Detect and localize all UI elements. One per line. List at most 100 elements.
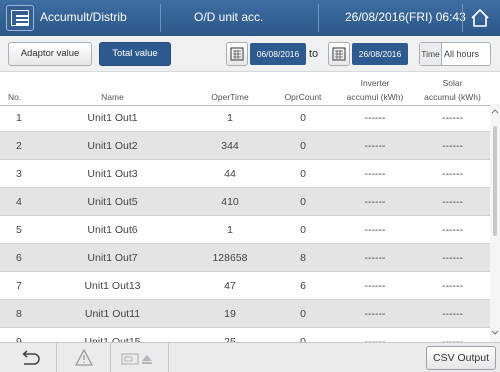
- col-opr-count: OprCount: [284, 92, 322, 102]
- cell-opr-count: 6: [300, 280, 306, 292]
- cell-solar: ------: [442, 168, 463, 180]
- cell-inverter: ------: [364, 336, 386, 342]
- to-date[interactable]: 26/08/2016: [352, 43, 408, 65]
- cell-inverter: ------: [364, 168, 386, 180]
- cell-name: Unit1 Out13: [84, 280, 141, 292]
- cell-no: 2: [16, 140, 22, 152]
- cell-inverter: ------: [364, 280, 386, 292]
- time-selector[interactable]: Time All hours: [419, 42, 491, 66]
- cell-name: Unit1 Out11: [84, 308, 141, 320]
- cell-inverter: ------: [364, 252, 386, 264]
- cell-inverter: ------: [364, 308, 386, 320]
- chevron-down-icon[interactable]: [491, 330, 499, 336]
- cell-no: 1: [16, 112, 22, 124]
- header-bar: Accumult/Distrib O/D unit acc. 26/08/201…: [0, 0, 500, 36]
- cell-solar: ------: [442, 280, 463, 292]
- back-button[interactable]: [6, 345, 54, 371]
- cell-no: 5: [16, 224, 22, 236]
- cell-no: 3: [16, 168, 22, 180]
- cell-solar: ------: [442, 140, 463, 152]
- cell-oper-time: 25: [224, 336, 236, 342]
- scroll-thumb[interactable]: [493, 126, 497, 236]
- divider: [168, 343, 169, 372]
- cell-solar: ------: [442, 224, 463, 236]
- table-row[interactable]: 5 Unit1 Out6 1 0 ------ ------: [0, 216, 490, 244]
- cell-solar: ------: [442, 252, 463, 264]
- cell-name: Unit1 Out6: [87, 224, 138, 236]
- table-row[interactable]: 4 Unit1 Out5 410 0 ------ ------: [0, 188, 490, 216]
- total-value-button[interactable]: Total value: [99, 42, 171, 66]
- time-label: Time: [420, 43, 442, 65]
- cell-solar: ------: [442, 336, 463, 342]
- cell-inverter: ------: [364, 224, 386, 236]
- mode-label: O/D unit acc.: [194, 10, 264, 24]
- cell-oper-time: 1: [227, 224, 233, 236]
- cell-name: Unit1 Out5: [87, 196, 138, 208]
- col-inverter-title: Inverter: [360, 78, 390, 88]
- table-row[interactable]: 6 Unit1 Out7 128658 8 ------ ------: [0, 244, 490, 272]
- chevron-up-icon[interactable]: [491, 108, 499, 114]
- divider: [56, 343, 57, 372]
- from-calendar-button[interactable]: [226, 42, 248, 66]
- cell-no: 7: [16, 280, 22, 292]
- table-body: 1 Unit1 Out1 1 0 ------ ------ 2 Unit1 O…: [0, 104, 490, 342]
- cell-opr-count: 0: [300, 196, 306, 208]
- col-inverter-unit: accumul (kWh): [346, 92, 404, 102]
- cell-oper-time: 19: [224, 308, 236, 320]
- cell-name: Unit1 Out2: [87, 140, 138, 152]
- calendar-icon: [230, 47, 244, 61]
- table-row[interactable]: 1 Unit1 Out1 1 0 ------ ------: [0, 104, 490, 132]
- csv-output-button[interactable]: CSV Output: [426, 346, 496, 370]
- table-row[interactable]: 7 Unit1 Out13 47 6 ------ ------: [0, 272, 490, 300]
- cell-opr-count: 0: [300, 336, 306, 342]
- table-row[interactable]: 8 Unit1 Out11 19 0 ------ ------: [0, 300, 490, 328]
- table-row[interactable]: 9 Unit1 Out15 25 0 ------ ------: [0, 328, 490, 342]
- menu-button[interactable]: [6, 5, 34, 31]
- cell-oper-time: 344: [221, 140, 239, 152]
- from-date[interactable]: 06/08/2016: [250, 43, 306, 65]
- cell-inverter: ------: [364, 196, 386, 208]
- cell-solar: ------: [442, 196, 463, 208]
- calendar-icon: [332, 47, 346, 61]
- table-row[interactable]: 3 Unit1 Out3 44 0 ------ ------: [0, 160, 490, 188]
- eject-button[interactable]: [114, 345, 166, 371]
- cell-opr-count: 0: [300, 308, 306, 320]
- to-calendar-button[interactable]: [328, 42, 350, 66]
- vertical-scrollbar[interactable]: [490, 104, 500, 342]
- cell-oper-time: 128658: [212, 252, 248, 264]
- back-arrow-icon: [22, 350, 40, 365]
- cell-name: Unit1 Out1: [87, 112, 138, 124]
- cell-oper-time: 1: [227, 112, 233, 124]
- cell-opr-count: 8: [300, 252, 306, 264]
- cell-name: Unit1 Out3: [87, 168, 138, 180]
- footer-bar: CSV Output: [0, 342, 500, 372]
- home-button[interactable]: [462, 4, 496, 32]
- divider: [110, 343, 111, 372]
- toolbar: Adaptor value Total value 06/08/2016 to …: [0, 36, 500, 72]
- cell-oper-time: 410: [221, 196, 239, 208]
- col-oper-time: OperTime: [211, 92, 249, 102]
- cell-opr-count: 0: [300, 140, 306, 152]
- adaptor-value-button[interactable]: Adaptor value: [8, 42, 92, 66]
- warning-button[interactable]: [60, 345, 108, 371]
- cell-no: 8: [16, 308, 22, 320]
- cell-solar: ------: [442, 112, 463, 124]
- time-value: All hours: [444, 49, 480, 59]
- cell-no: 9: [16, 336, 22, 342]
- divider: [318, 4, 319, 32]
- page-title: Accumult/Distrib: [40, 10, 127, 24]
- cell-opr-count: 0: [300, 224, 306, 236]
- col-no: No.: [8, 92, 22, 102]
- cell-inverter: ------: [364, 140, 386, 152]
- cell-opr-count: 0: [300, 168, 306, 180]
- table-header: No. Name OperTime OprCount Inverter accu…: [0, 72, 490, 106]
- cell-name: Unit1 Out7: [87, 252, 138, 264]
- cell-name: Unit1 Out15: [84, 336, 141, 342]
- home-icon: [471, 9, 489, 27]
- cell-oper-time: 44: [224, 168, 236, 180]
- cell-no: 4: [16, 196, 22, 208]
- eject-icon: [121, 353, 152, 365]
- table-row[interactable]: 2 Unit1 Out2 344 0 ------ ------: [0, 132, 490, 160]
- col-solar-title: Solar: [442, 78, 463, 88]
- datetime-display: 26/08/2016(FRI) 06:43: [345, 10, 466, 24]
